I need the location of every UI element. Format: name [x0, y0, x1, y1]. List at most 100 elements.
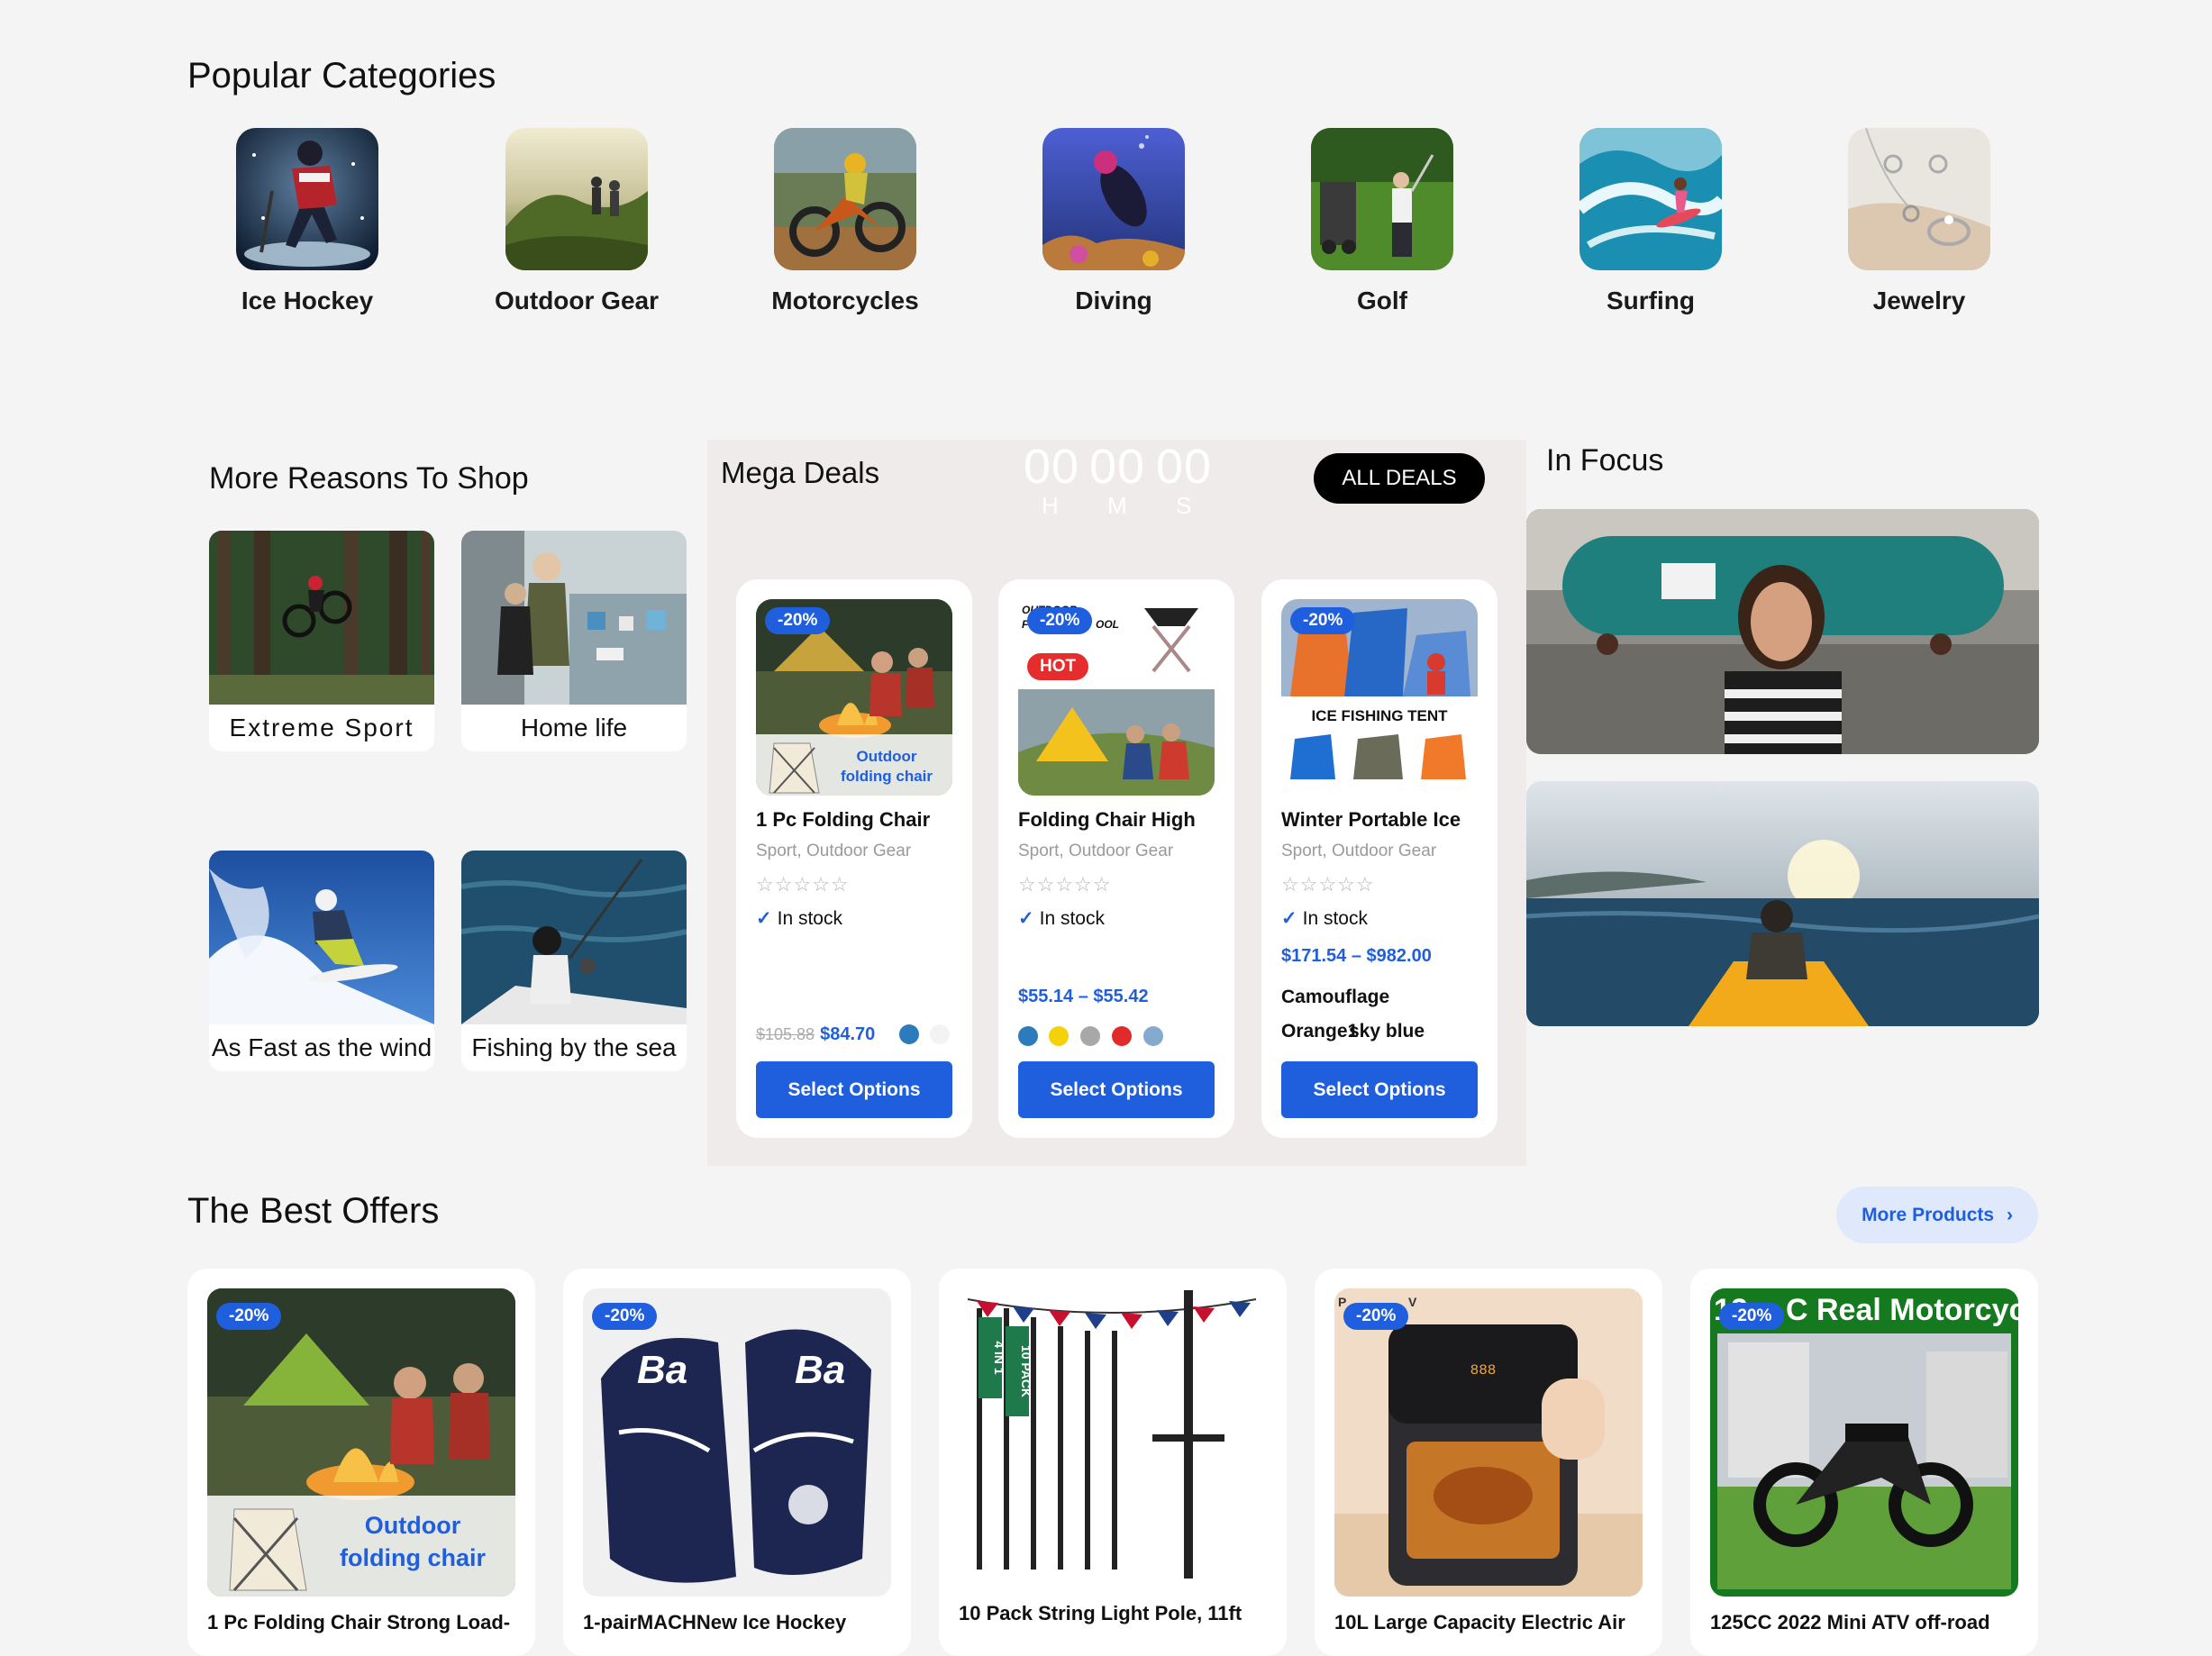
deal-categories[interactable]: Sport, Outdoor Gear — [756, 842, 911, 861]
offer-product-image: P V 888 — [1334, 1288, 1643, 1597]
category-golf[interactable]: Golf — [1292, 128, 1472, 315]
outdoor-gear-image — [505, 128, 648, 270]
color-swatch-light-blue[interactable] — [1143, 1026, 1163, 1046]
deal-price: $55.14 – $55.42 — [1018, 987, 1149, 1006]
offer-title[interactable]: 10 Pack String Light Pole, 11ft — [959, 1602, 1242, 1625]
home-life-image — [461, 531, 687, 705]
reason-fast-wind[interactable]: As Fast as the wind — [209, 851, 434, 1071]
variant-option-sky-blue[interactable]: sky blue — [1349, 1021, 1425, 1042]
category-label: Jewelry — [1872, 287, 1966, 314]
variant-option-camouflage[interactable]: Camouflage — [1281, 987, 1389, 1008]
countdown-hours: 00 — [1024, 440, 1080, 494]
category-diving[interactable]: Diving — [1024, 128, 1204, 315]
more-products-label: More Products — [1862, 1205, 1995, 1225]
select-options-button[interactable]: Select Options — [1018, 1061, 1215, 1118]
category-label: Diving — [1075, 287, 1152, 314]
select-options-button[interactable]: Select Options — [756, 1061, 952, 1118]
more-products-button[interactable]: More Products › — [1836, 1187, 2038, 1243]
color-swatch-white[interactable] — [930, 1024, 950, 1044]
deal-price: $171.54 – $982.00 — [1281, 946, 1432, 966]
deal-categories[interactable]: Sport, Outdoor Gear — [1281, 842, 1436, 861]
offer-product-image: Ba Ba — [583, 1288, 891, 1597]
offer-title[interactable]: 1 Pc Folding Chair Strong Load- — [207, 1611, 510, 1634]
current-price: $84.70 — [820, 1024, 876, 1044]
check-icon: ✓ — [756, 908, 772, 929]
in-focus-banner-skateboard[interactable] — [1526, 509, 2039, 754]
reason-fishing-sea[interactable]: Fishing by the sea — [461, 851, 687, 1071]
discount-badge: -20% — [1719, 1303, 1785, 1330]
chevron-right-icon: › — [2006, 1205, 2013, 1225]
offer-card[interactable]: 12 C Real Motorcycle -20% 125CC 2022 Min… — [1690, 1269, 2038, 1656]
countdown-h-label: H — [1042, 492, 1059, 519]
reason-extreme-sport[interactable]: Extreme Sport — [209, 531, 434, 751]
motorcycles-image — [774, 128, 916, 270]
deal-title[interactable]: 1 Pc Folding Chair — [756, 808, 930, 832]
color-swatch-blue[interactable] — [1018, 1026, 1038, 1046]
deal-categories[interactable]: Sport, Outdoor Gear — [1018, 842, 1173, 861]
in-focus-banner-kayak[interactable] — [1526, 781, 2039, 1026]
deal-title[interactable]: Winter Portable Ice — [1281, 808, 1461, 832]
image-text: ICE FISHING TENT — [1311, 707, 1448, 724]
deal-card[interactable]: OUTDOOR F OOL -20% HOT Folding Chair Hig… — [998, 579, 1234, 1138]
category-jewelry[interactable]: Jewelry — [1829, 128, 2009, 315]
all-deals-button[interactable]: ALL DEALS — [1314, 453, 1485, 504]
offer-product-image: 4 IN 1 10 PACK — [959, 1281, 1267, 1589]
old-price: $105.88 — [756, 1025, 815, 1043]
image-text: folding chair — [340, 1544, 486, 1571]
countdown-seconds: 00 — [1156, 440, 1213, 494]
category-label: Outdoor Gear — [494, 287, 659, 314]
offer-product-image: Outdoor folding chair — [207, 1288, 515, 1597]
jewelry-image — [1848, 128, 1990, 270]
color-swatch-red[interactable] — [1112, 1026, 1132, 1046]
countdown-m-label: M — [1107, 492, 1127, 519]
best-offers-heading: The Best Offers — [187, 1191, 440, 1231]
rating-stars: ☆☆☆☆☆ — [756, 873, 850, 896]
category-label: Motorcycles — [771, 287, 919, 314]
stock-text: In stock — [777, 908, 842, 929]
offer-title[interactable]: 1-pairMACHNew Ice Hockey — [583, 1611, 846, 1634]
countdown-minutes: 00 — [1089, 440, 1146, 494]
stock-status: ✓ In stock — [756, 907, 842, 930]
category-outdoor-gear[interactable]: Outdoor Gear — [487, 128, 667, 315]
discount-badge: -20% — [216, 1303, 282, 1330]
deal-card[interactable]: Outdoor folding chair -20% 1 Pc Folding … — [736, 579, 972, 1138]
offer-card[interactable]: Ba Ba -20% 1-pairMACHNew Ice Hockey — [563, 1269, 911, 1656]
check-icon: ✓ — [1018, 908, 1034, 929]
deal-title[interactable]: Folding Chair High — [1018, 808, 1196, 832]
stock-status: ✓ In stock — [1281, 907, 1368, 930]
reason-caption: As Fast as the wind — [211, 1033, 432, 1061]
offer-title[interactable]: 10L Large Capacity Electric Air — [1334, 1611, 1625, 1634]
discount-badge: -20% — [592, 1303, 658, 1330]
snowboard-image — [209, 851, 434, 1024]
category-label: Ice Hockey — [241, 287, 374, 314]
image-text: Ba — [637, 1348, 687, 1392]
category-surfing[interactable]: Surfing — [1561, 128, 1741, 315]
discount-badge: -20% — [1290, 607, 1356, 634]
offer-card[interactable]: 4 IN 1 10 PACK 10 Pack String Light Pole… — [939, 1269, 1287, 1656]
offer-product-image: 12 C Real Motorcycle — [1710, 1288, 2018, 1597]
select-options-button[interactable]: Select Options — [1281, 1061, 1478, 1118]
mega-deals-heading: Mega Deals — [721, 456, 880, 489]
stock-text: In stock — [1039, 908, 1105, 929]
category-ice-hockey[interactable]: Ice Hockey — [217, 128, 397, 315]
color-swatch-blue[interactable] — [899, 1024, 919, 1044]
color-swatch-gray[interactable] — [1080, 1026, 1100, 1046]
offer-title[interactable]: 125CC 2022 Mini ATV off-road — [1710, 1611, 1990, 1634]
discount-badge: -20% — [1343, 1303, 1409, 1330]
reason-home-life[interactable]: Home life — [461, 531, 687, 751]
image-text: 888 — [1470, 1362, 1497, 1378]
image-text: 4 IN 1 — [992, 1341, 1006, 1375]
offer-card[interactable]: P V 888 -20% 10L Large Capacity Electric… — [1315, 1269, 1662, 1656]
countdown-s-label: S — [1176, 492, 1192, 519]
image-text: Outdoor — [365, 1512, 461, 1539]
fishing-image — [461, 851, 687, 1024]
popular-categories-heading: Popular Categories — [187, 56, 496, 96]
surfing-image — [1579, 128, 1722, 270]
offer-card[interactable]: Outdoor folding chair -20% 1 Pc Folding … — [187, 1269, 535, 1656]
image-text: Outdoor — [856, 748, 916, 765]
category-motorcycles[interactable]: Motorcycles — [755, 128, 935, 315]
color-swatch-yellow[interactable] — [1049, 1026, 1069, 1046]
deal-card[interactable]: ICE FISHING TENT -20% Winter Portable Ic… — [1261, 579, 1497, 1138]
stock-status: ✓ In stock — [1018, 907, 1105, 930]
variant-option-orange1[interactable]: Orange1 — [1281, 1021, 1358, 1042]
